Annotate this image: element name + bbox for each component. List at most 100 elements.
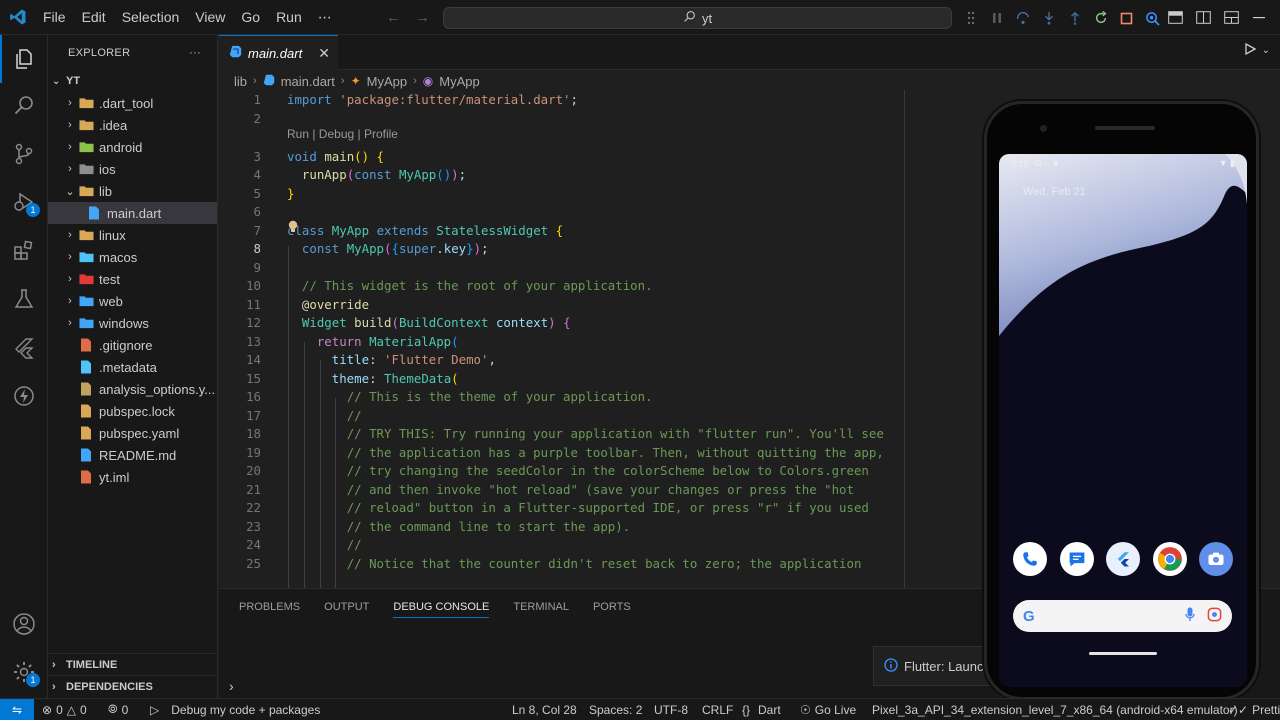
restart-icon[interactable]: [1092, 10, 1109, 27]
chevron-down-icon[interactable]: ⌄: [1262, 45, 1270, 56]
phone-icon[interactable]: [1013, 542, 1047, 576]
device-selector[interactable]: Pixel_3a_API_34_extension_level_7_x86_64…: [872, 699, 1238, 720]
tree-item-gitignore[interactable]: .gitignore: [48, 334, 217, 356]
tab-output[interactable]: OUTPUT: [324, 601, 369, 613]
tree-item-web[interactable]: › web: [48, 290, 217, 312]
step-into-icon[interactable]: [1040, 10, 1057, 27]
cursor-position[interactable]: Ln 8, Col 28: [512, 699, 577, 720]
emulator-screen[interactable]: 9:25 ⚙ ○ ■ ▼ ▮ Wed, Feb 21 G: [999, 154, 1247, 687]
menu-view[interactable]: View: [187, 0, 233, 35]
folder-icon: [78, 95, 94, 111]
tree-item-main-dart[interactable]: main.dart: [48, 202, 217, 224]
line-number: 13: [246, 333, 261, 349]
breadcrumb-constructor[interactable]: MyApp: [439, 74, 479, 89]
tab-problems[interactable]: PROBLEMS: [239, 601, 300, 613]
go-live-button[interactable]: ☉ Go Live: [800, 699, 856, 720]
search-view-icon[interactable]: [0, 81, 48, 129]
chrome-icon[interactable]: [1152, 542, 1187, 576]
lightbulb-icon[interactable]: [287, 220, 301, 234]
extensions-icon[interactable]: [0, 227, 48, 275]
tree-item-test[interactable]: › test: [48, 268, 217, 290]
flutter-icon[interactable]: [0, 324, 48, 372]
chevron-down-icon: ⌄: [65, 185, 75, 198]
close-tab-icon[interactable]: ✕: [318, 45, 330, 62]
breadcrumb-class[interactable]: MyApp: [367, 74, 407, 89]
line-endings[interactable]: CRLF: [702, 699, 733, 720]
tree-item-macos[interactable]: › macos: [48, 246, 217, 268]
google-search-bar[interactable]: G: [1013, 600, 1232, 632]
tree-item-label: main.dart: [107, 205, 162, 221]
menu-selection[interactable]: Selection: [114, 0, 188, 35]
testing-flask-icon[interactable]: [0, 275, 48, 323]
pause-icon[interactable]: [988, 10, 1005, 27]
ports-status[interactable]: ⦾ 0: [108, 699, 128, 720]
menu-go[interactable]: Go: [233, 0, 268, 35]
tree-item-readme-md[interactable]: README.md: [48, 444, 217, 466]
debug-config-status[interactable]: ▷ Debug my code + packages: [150, 699, 320, 720]
encoding[interactable]: UTF-8: [654, 699, 688, 720]
date-widget[interactable]: Wed, Feb 21: [1023, 186, 1086, 198]
remote-indicator-icon[interactable]: ⇋: [0, 699, 34, 720]
tree-item-idea[interactable]: › .idea: [48, 114, 217, 136]
run-debug-icon[interactable]: 1: [0, 178, 48, 226]
step-out-icon[interactable]: [1066, 10, 1083, 27]
back-arrow-icon[interactable]: ←: [386, 9, 401, 26]
thunder-client-icon[interactable]: [0, 372, 48, 420]
explorer-icon[interactable]: [0, 35, 48, 83]
tree-item-analysis-options-y[interactable]: analysis_options.y...: [48, 378, 217, 400]
camera-icon[interactable]: [1199, 542, 1233, 576]
accounts-icon[interactable]: [0, 600, 48, 648]
toggle-panel-icon[interactable]: [1194, 9, 1212, 27]
mic-icon[interactable]: [1185, 607, 1195, 625]
step-over-icon[interactable]: [1014, 10, 1031, 27]
menu-run[interactable]: Run: [268, 0, 310, 35]
messages-icon[interactable]: [1059, 542, 1094, 576]
tree-item-android[interactable]: › android: [48, 136, 217, 158]
indentation[interactable]: Spaces: 2: [589, 699, 642, 720]
notification-toast[interactable]: Flutter: Launc: [873, 646, 993, 686]
menu-edit[interactable]: Edit: [74, 0, 114, 35]
source-control-icon[interactable]: [0, 130, 48, 178]
customize-layout-icon[interactable]: [1222, 9, 1240, 27]
tree-item-pubspec-yaml[interactable]: pubspec.yaml: [48, 422, 217, 444]
menu-more[interactable]: ⋯: [310, 0, 340, 35]
tree-item-label: linux: [99, 227, 126, 243]
tab-terminal[interactable]: TERMINAL: [513, 601, 569, 613]
explorer-more-button[interactable]: ···: [189, 47, 201, 59]
drag-handle-icon[interactable]: [962, 10, 979, 27]
vscode-logo-icon: [0, 0, 35, 35]
lens-icon[interactable]: [1207, 607, 1222, 625]
forward-arrow-icon[interactable]: →: [415, 9, 430, 26]
tree-item-dart-tool[interactable]: › .dart_tool: [48, 92, 217, 114]
minimize-icon[interactable]: [1250, 9, 1268, 27]
run-button[interactable]: ⌄: [1244, 42, 1270, 58]
tree-item-ios[interactable]: › ios: [48, 158, 217, 180]
stop-icon[interactable]: [1118, 10, 1135, 27]
gesture-home-bar[interactable]: [1089, 652, 1157, 655]
toggle-sidebar-icon[interactable]: [1166, 9, 1184, 27]
tree-item-pubspec-lock[interactable]: pubspec.lock: [48, 400, 217, 422]
tree-item-windows[interactable]: › windows: [48, 312, 217, 334]
command-center-search[interactable]: yt: [443, 7, 952, 29]
tree-item-yt-iml[interactable]: yt.iml: [48, 466, 217, 488]
language-mode[interactable]: {} Dart: [742, 699, 781, 720]
problems-status[interactable]: ⊗ 0 △ 0: [42, 699, 87, 720]
timeline-section[interactable]: › TIMELINE: [48, 653, 217, 675]
dependencies-section[interactable]: › DEPENDENCIES: [48, 675, 217, 697]
tree-item-lib[interactable]: ⌄ lib: [48, 180, 217, 202]
flutter-app-icon[interactable]: [1106, 542, 1140, 576]
tree-item-metadata[interactable]: .metadata: [48, 356, 217, 378]
codelens-run-debug-profile[interactable]: Run | Debug | Profile: [287, 127, 398, 141]
workspace-root[interactable]: ⌄ YT: [48, 70, 217, 92]
menu-file[interactable]: File: [35, 0, 74, 35]
breadcrumb-lib[interactable]: lib: [234, 74, 247, 89]
manage-gear-icon[interactable]: 1: [0, 648, 48, 696]
inspect-widget-icon[interactable]: [1144, 10, 1161, 27]
prettier-status[interactable]: ✓✓Prettie: [1228, 699, 1280, 720]
tab-debug-console[interactable]: DEBUG CONSOLE: [393, 601, 490, 618]
tab-ports[interactable]: PORTS: [593, 601, 631, 613]
debug-console-prompt[interactable]: ›: [229, 678, 234, 694]
tree-item-linux[interactable]: › linux: [48, 224, 217, 246]
tab-main-dart[interactable]: main.dart ✕: [219, 35, 338, 70]
breadcrumb-file[interactable]: main.dart: [281, 74, 335, 89]
